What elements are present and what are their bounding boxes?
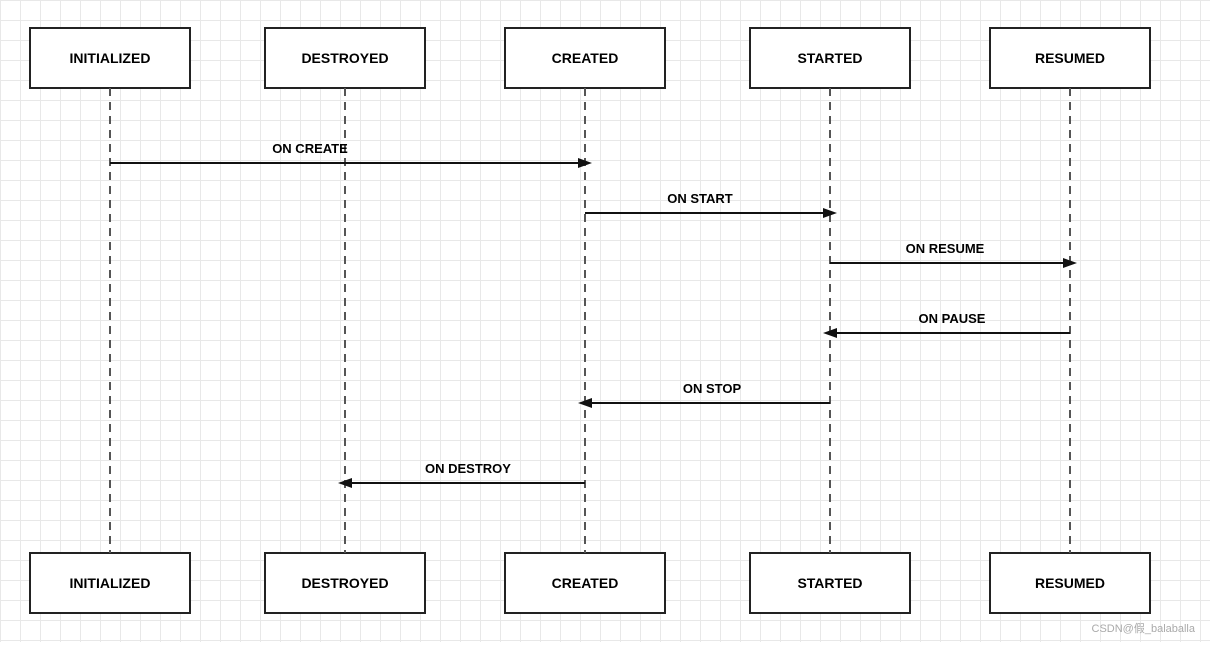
svg-text:ON STOP: ON STOP bbox=[683, 381, 742, 396]
svg-text:CSDN@假_balaballa: CSDN@假_balaballa bbox=[1092, 621, 1196, 635]
svg-text:DESTROYED: DESTROYED bbox=[301, 50, 388, 66]
svg-text:ON RESUME: ON RESUME bbox=[906, 241, 985, 256]
svg-text:ON CREATE: ON CREATE bbox=[272, 141, 348, 156]
svg-text:CREATED: CREATED bbox=[552, 50, 619, 66]
svg-text:STARTED: STARTED bbox=[797, 575, 862, 591]
svg-text:INITIALIZED: INITIALIZED bbox=[70, 50, 151, 66]
svg-text:DESTROYED: DESTROYED bbox=[301, 575, 388, 591]
sequence-diagram: INITIALIZED DESTROYED CREATED STARTED RE… bbox=[0, 0, 1210, 642]
svg-text:RESUMED: RESUMED bbox=[1035, 575, 1105, 591]
svg-text:ON DESTROY: ON DESTROY bbox=[425, 461, 511, 476]
diagram-svg: INITIALIZED DESTROYED CREATED STARTED RE… bbox=[0, 0, 1210, 642]
svg-text:RESUMED: RESUMED bbox=[1035, 50, 1105, 66]
svg-text:ON START: ON START bbox=[667, 191, 733, 206]
svg-text:INITIALIZED: INITIALIZED bbox=[70, 575, 151, 591]
svg-text:ON PAUSE: ON PAUSE bbox=[919, 311, 986, 326]
svg-text:STARTED: STARTED bbox=[797, 50, 862, 66]
svg-text:CREATED: CREATED bbox=[552, 575, 619, 591]
